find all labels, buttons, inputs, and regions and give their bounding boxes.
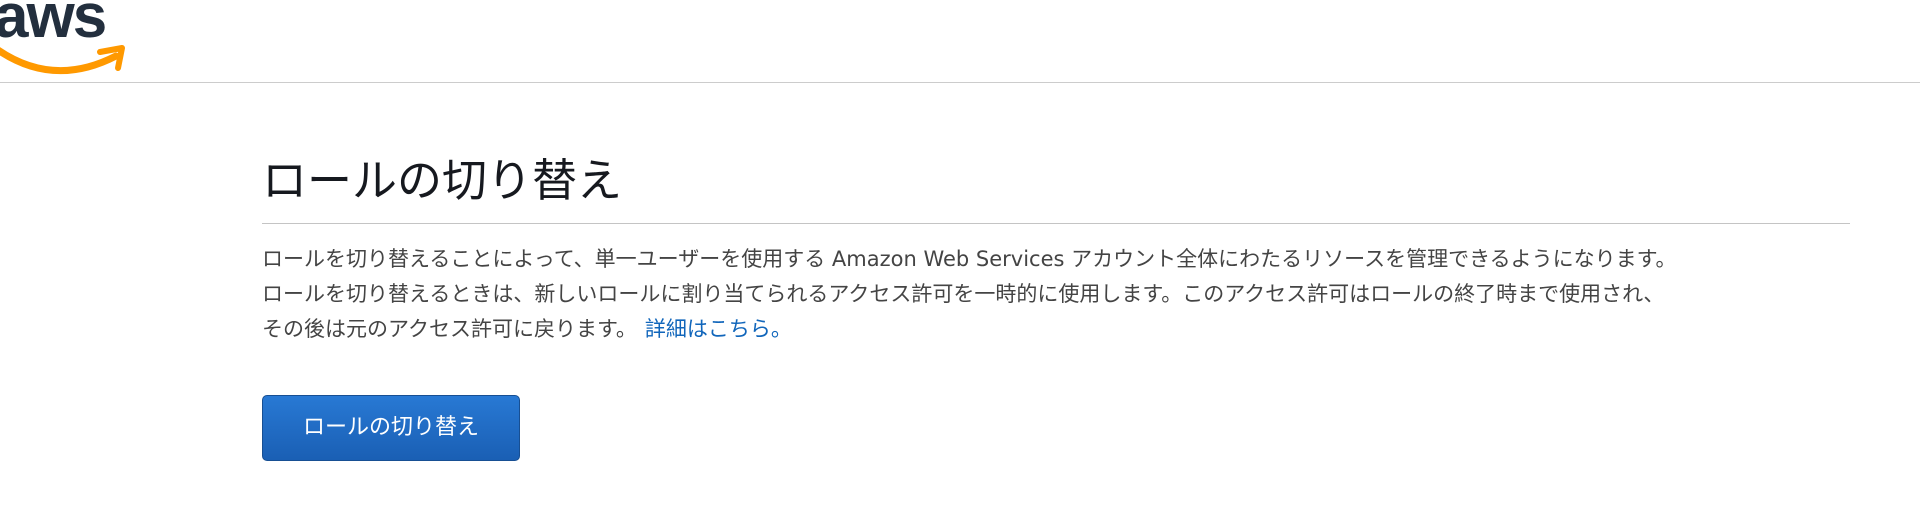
learn-more-link[interactable]: 詳細はこちら。 <box>645 317 792 341</box>
title-divider <box>262 223 1850 224</box>
description-line-2: ロールを切り替えるときは、新しいロールに割り当てられるアクセス許可を一時的に使用… <box>262 282 1665 306</box>
page-title: ロールの切り替え <box>262 154 623 207</box>
description-line-3: その後は元のアクセス許可に戻ります。 詳細はこちら。 <box>262 312 1850 347</box>
description: ロールを切り替えることによって、単一ユーザーを使用する Amazon Web S… <box>262 242 1850 347</box>
top-header: aws <box>0 0 1920 83</box>
description-line-1: ロールを切り替えることによって、単一ユーザーを使用する Amazon Web S… <box>262 247 1677 271</box>
switch-role-button[interactable]: ロールの切り替え <box>262 395 520 461</box>
aws-logo[interactable]: aws <box>0 0 139 86</box>
description-line-3-text: その後は元のアクセス許可に戻ります。 <box>262 317 637 341</box>
aws-smile-arrow-icon <box>0 45 125 75</box>
main-content: ロールの切り替え ロールを切り替えることによって、単一ユーザーを使用する Ama… <box>262 140 1850 347</box>
